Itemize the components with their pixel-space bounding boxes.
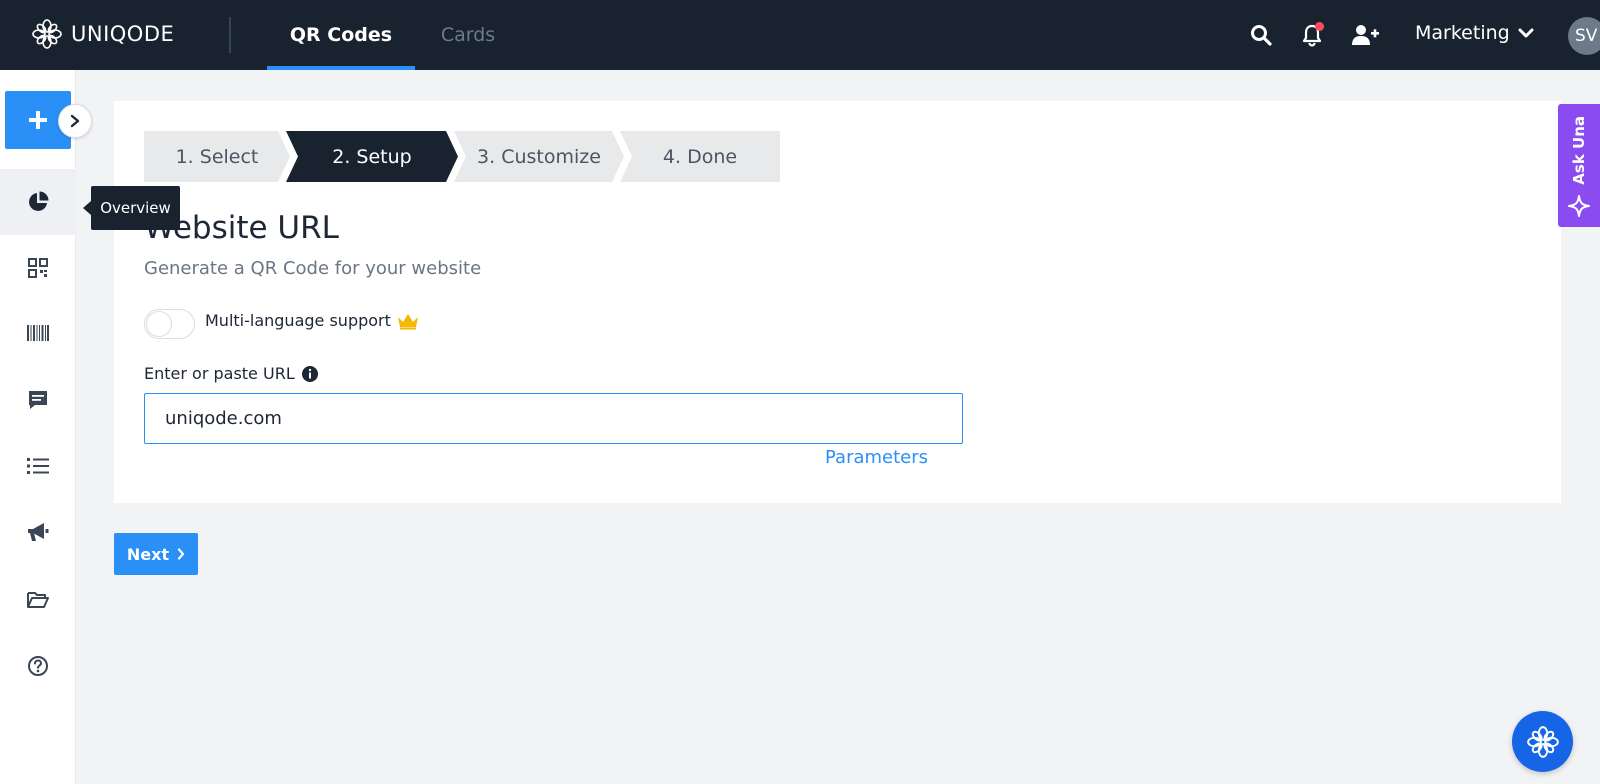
workspace-name: Marketing [1415,22,1510,44]
step-done-label: 4. Done [662,145,738,168]
sidebar-expand-button[interactable] [58,104,92,138]
plus-icon [29,111,47,129]
barcode-icon [27,325,49,341]
url-field-label: Enter or paste URL [144,364,319,383]
folder-icon [27,592,49,608]
pie-chart-icon [29,191,49,211]
info-icon[interactable] [301,365,319,383]
message-icon [29,391,47,409]
sidebar-item-folders[interactable] [0,567,76,633]
megaphone-icon [28,523,49,541]
url-field-label-text: Enter or paste URL [144,364,295,383]
chevron-right-icon [70,114,80,128]
invite-user-button[interactable] [1350,22,1380,48]
header-divider [229,17,231,53]
chevron-down-icon [1518,28,1534,38]
sidebar-item-campaigns[interactable] [0,499,76,565]
step-done[interactable]: 4. Done [620,131,780,182]
tab-qr-codes[interactable]: QR Codes [267,0,415,70]
sidebar-item-qr-codes[interactable] [0,235,76,301]
uniqode-logo-icon [1526,725,1559,758]
sparkle-icon [1568,195,1590,217]
next-button[interactable]: Next [114,533,198,575]
ask-una-label: Ask Una [1570,116,1588,185]
tab-qr-codes-label: QR Codes [289,24,393,46]
user-avatar[interactable]: SV [1568,17,1600,55]
qr-code-icon [28,258,48,278]
sidebar-item-help[interactable] [0,633,76,699]
chevron-right-icon [178,548,185,560]
help-icon [28,656,48,676]
workspace-selector[interactable]: Marketing [1415,22,1534,44]
stepper: 1. Select 2. Setup 3. Customize 4. Done [144,131,780,182]
multilang-label-text: Multi-language support [205,311,391,330]
notification-dot [1315,22,1324,31]
page-subtitle: Generate a QR Code for your website [144,258,482,279]
top-navigation-bar: UNIQODE QR Codes Cards Marketing SV [0,0,1600,70]
next-button-label: Next [126,544,170,564]
multilang-label: Multi-language support [205,311,419,330]
sidebar-item-overview[interactable] [0,169,76,235]
step-setup[interactable]: 2. Setup [286,131,458,182]
logo-text: UNIQODE [71,22,175,46]
sidebar-item-list[interactable] [0,433,76,499]
url-input[interactable] [144,393,963,444]
tab-cards[interactable]: Cards [425,0,511,70]
notifications-button[interactable] [1299,22,1325,48]
sidebar [0,70,76,784]
step-customize[interactable]: 3. Customize [454,131,624,182]
parameters-link[interactable]: Parameters [825,447,928,468]
tab-cards-label: Cards [440,24,496,46]
overview-tooltip: Overview [83,186,180,230]
step-customize-label: 3. Customize [477,145,601,168]
multilang-toggle[interactable] [144,309,195,339]
sidebar-item-barcodes[interactable] [0,300,76,366]
ask-una-button[interactable]: Ask Una [1558,104,1600,227]
search-icon [1251,25,1272,46]
add-user-icon [1352,25,1379,45]
uniqode-logo-icon [32,19,62,49]
list-icon [27,458,49,474]
step-select[interactable]: 1. Select [144,131,290,182]
sidebar-item-messages[interactable] [0,367,76,433]
uniqode-logo[interactable]: UNIQODE [31,18,174,50]
crown-icon [397,313,418,329]
toggle-knob [146,311,172,337]
search-button[interactable] [1248,22,1274,48]
step-setup-label: 2. Setup [332,145,412,168]
support-chat-button[interactable] [1512,711,1573,772]
avatar-initials: SV [1575,26,1598,46]
step-select-label: 1. Select [175,145,259,168]
